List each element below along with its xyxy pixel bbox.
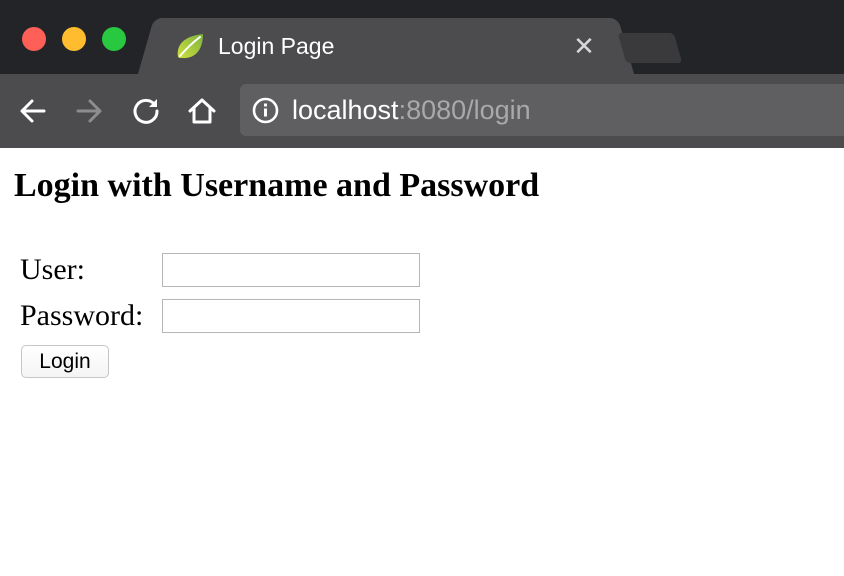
window-minimize-button[interactable] — [62, 27, 86, 51]
spring-leaf-icon — [177, 34, 203, 59]
browser-toolbar: localhost:8080/login — [0, 74, 844, 148]
address-bar[interactable]: localhost:8080/login — [240, 84, 844, 136]
reload-icon — [133, 98, 159, 124]
window-close-button[interactable] — [22, 27, 46, 51]
tab-close-icon[interactable]: ✕ — [570, 32, 598, 60]
user-label: User: — [20, 253, 85, 286]
back-button[interactable] — [14, 92, 52, 130]
username-input[interactable] — [162, 253, 420, 287]
forward-arrow-icon — [76, 99, 102, 123]
reload-button[interactable] — [127, 92, 165, 130]
new-tab-button[interactable] — [617, 33, 683, 63]
password-input[interactable] — [162, 299, 420, 333]
home-button[interactable] — [183, 92, 221, 130]
url-host: localhost — [292, 95, 399, 125]
url-path: :8080/login — [398, 95, 531, 125]
address-url[interactable]: localhost:8080/login — [292, 84, 531, 136]
login-button[interactable]: Login — [21, 345, 109, 378]
home-icon — [188, 98, 216, 124]
browser-titlebar: Login Page ✕ — [0, 0, 844, 74]
info-icon[interactable] — [252, 97, 279, 124]
window-maximize-button[interactable] — [102, 27, 126, 51]
forward-button[interactable] — [70, 92, 108, 130]
page-title: Login with Username and Password — [14, 167, 540, 204]
tab-title: Login Page — [218, 33, 335, 59]
password-label: Password: — [20, 299, 144, 332]
back-arrow-icon — [20, 99, 46, 123]
page-content: Login with Username and Password User: P… — [0, 148, 844, 576]
